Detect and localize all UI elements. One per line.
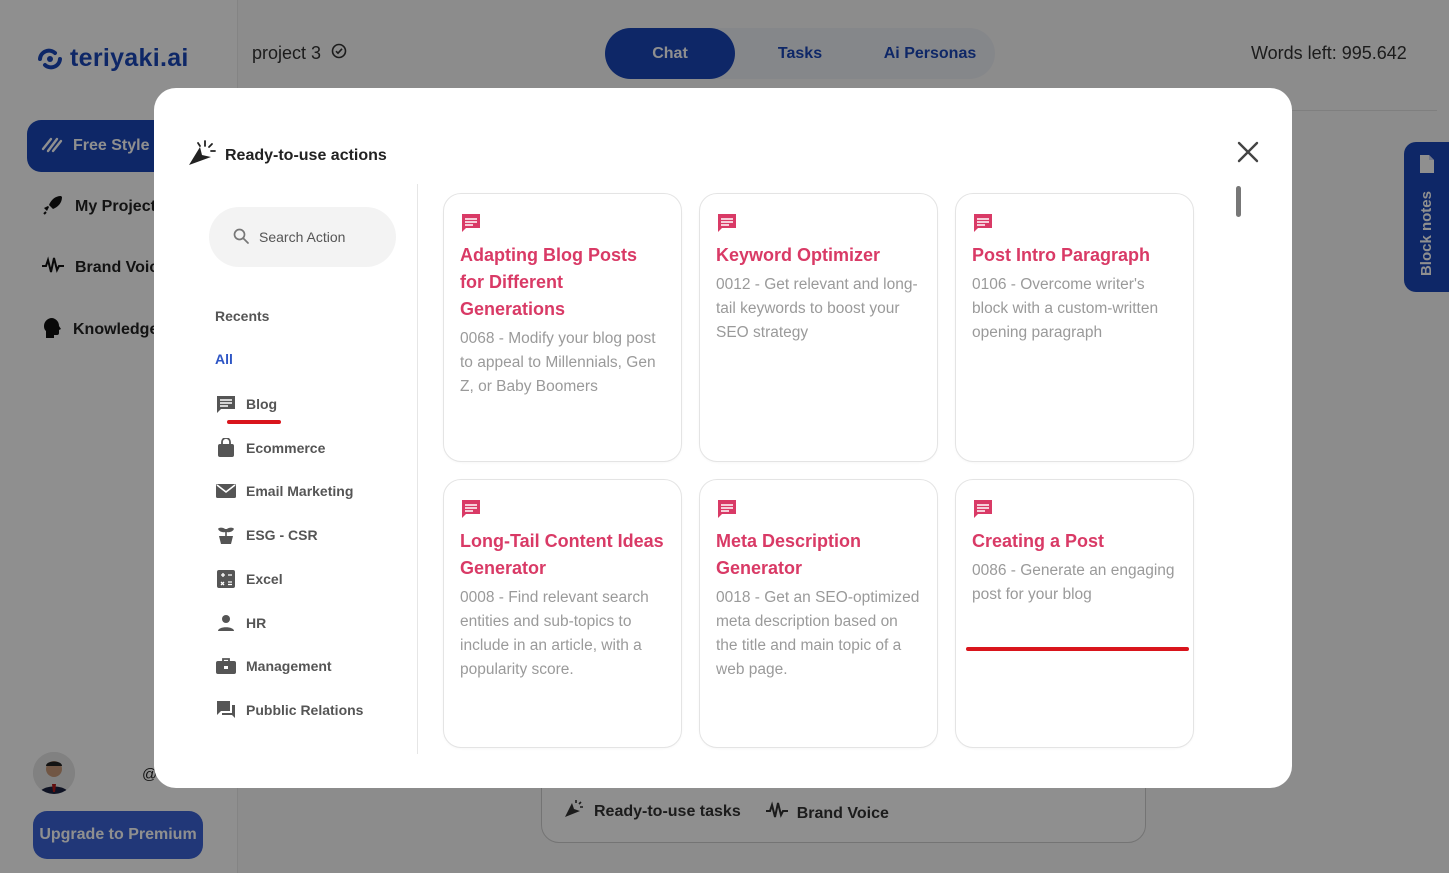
comment-icon (716, 498, 738, 520)
close-button[interactable] (1234, 140, 1262, 168)
modal-title: Ready-to-use actions (225, 146, 387, 164)
category-label: Excel (246, 571, 283, 587)
card-title: Creating a Post (972, 531, 1105, 551)
modal-divider (417, 184, 418, 754)
category-all[interactable]: All (215, 351, 233, 367)
category-label: Pubblic Relations (246, 702, 364, 718)
category-label: Blog (246, 396, 278, 412)
card-title: Meta Description Generator (716, 531, 862, 578)
category-excel[interactable]: Excel (216, 569, 283, 589)
category-label: HR (246, 615, 267, 631)
card-title: Post Intro Paragraph (972, 245, 1151, 265)
comment-icon (716, 212, 738, 234)
category-label: Ecommerce (246, 440, 326, 456)
comment-icon (460, 498, 482, 520)
category-esg-csr[interactable]: ESG - CSR (216, 525, 318, 545)
plant-icon (216, 525, 236, 545)
action-card[interactable]: Adapting Blog Posts for Different Genera… (443, 193, 682, 462)
person-icon (216, 613, 236, 633)
mail-icon (216, 481, 236, 501)
category-email-marketing[interactable]: Email Marketing (216, 481, 353, 501)
comment-icon (972, 212, 994, 234)
category-ecommerce[interactable]: Ecommerce (216, 438, 325, 458)
category-hr[interactable]: HR (216, 613, 266, 633)
action-card[interactable]: Creating a Post 0086 - Generate an engag… (955, 479, 1194, 748)
category-blog[interactable]: Blog (216, 394, 277, 414)
scrollbar-thumb[interactable] (1236, 186, 1241, 217)
card-title: Long-Tail Content Ideas Generator (460, 531, 664, 578)
card-title: Adapting Blog Posts for Different Genera… (460, 245, 637, 319)
search-placeholder: Search Action (259, 229, 346, 245)
annotation-underline (227, 420, 281, 424)
action-card[interactable]: Meta Description Generator 0018 - Get an… (699, 479, 938, 748)
cursor-click-icon (187, 138, 217, 173)
category-label: Email Marketing (246, 483, 354, 499)
card-description: 0068 - Modify your blog post to appeal t… (460, 330, 656, 395)
card-title: Keyword Optimizer (716, 245, 881, 265)
recents-label[interactable]: Recents (215, 308, 269, 324)
close-icon (1237, 141, 1259, 168)
action-card[interactable]: Long-Tail Content Ideas Generator 0008 -… (443, 479, 682, 748)
shopping-bag-icon (216, 438, 236, 458)
search-icon (233, 228, 249, 247)
action-card[interactable]: Keyword Optimizer 0012 - Get relevant an… (699, 193, 938, 462)
actions-modal: Ready-to-use actions Search Action Recen… (154, 88, 1292, 788)
calculator-icon (216, 569, 236, 589)
comment-icon (460, 212, 482, 234)
action-card[interactable]: Post Intro Paragraph 0106 - Overcome wri… (955, 193, 1194, 462)
category-public-relations[interactable]: Pubblic Relations (216, 700, 363, 720)
card-description: 0008 - Find relevant search entities and… (460, 589, 649, 678)
modal-header: Ready-to-use actions (187, 138, 387, 173)
card-description: 0018 - Get an SEO-optimized meta descrip… (716, 589, 920, 678)
chat-bubbles-icon (216, 700, 236, 720)
card-description: 0086 - Generate an engaging post for you… (972, 562, 1175, 603)
category-management[interactable]: Management (216, 656, 332, 676)
annotation-underline (966, 647, 1189, 651)
category-label: ESG - CSR (246, 527, 318, 543)
category-label: Management (246, 658, 332, 674)
search-input[interactable]: Search Action (209, 207, 396, 267)
comment-icon (972, 498, 994, 520)
card-description: 0106 - Overcome writer's block with a cu… (972, 276, 1159, 341)
briefcase-icon (216, 656, 236, 676)
comment-icon (216, 394, 236, 414)
card-description: 0012 - Get relevant and long-tail keywor… (716, 276, 918, 341)
